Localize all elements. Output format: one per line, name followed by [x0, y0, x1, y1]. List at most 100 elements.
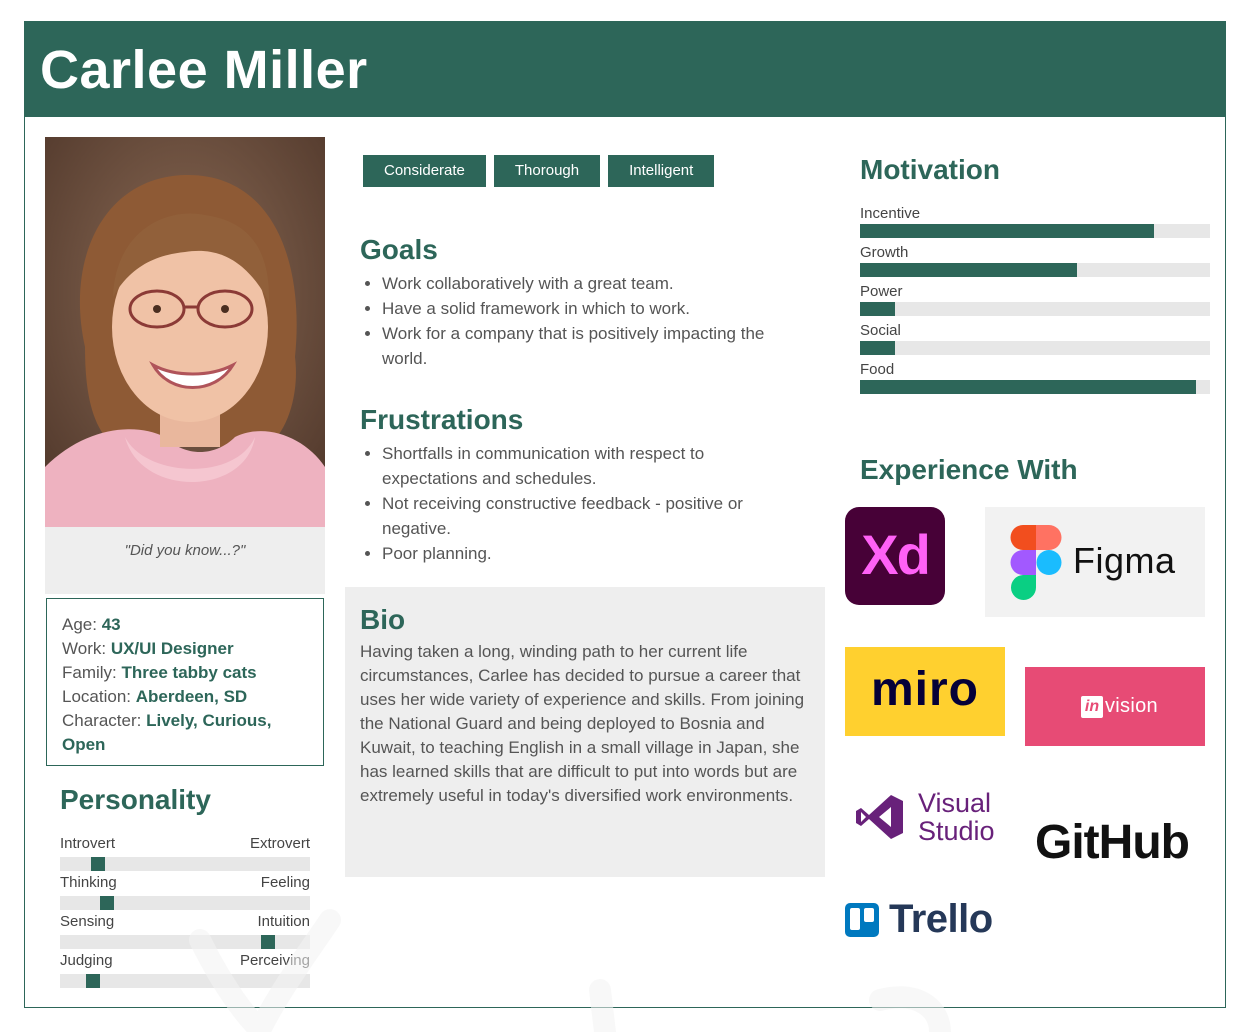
location-value: Aberdeen, SD [135, 687, 248, 706]
github-logo: GitHub [1035, 816, 1190, 869]
motivation-track [860, 341, 1210, 355]
visual-studio-wordmark: Visual Studio [918, 789, 995, 845]
trait-right-label: Perceiving [239, 952, 310, 969]
motivation-label: Social [860, 322, 901, 339]
motivation-item: Incentive [860, 205, 1210, 238]
trait-right-label: Extrovert [249, 835, 310, 852]
motivation-fill [860, 380, 1196, 394]
trello-icon [845, 903, 879, 937]
visual-studio-icon [856, 795, 903, 839]
motivation-fill [860, 263, 1077, 277]
family-value: Three tabby cats [121, 663, 257, 682]
motivation-fill [860, 302, 895, 316]
work-label: Work: [62, 639, 107, 658]
tag-considerate: Considerate [363, 155, 486, 187]
portrait-illustration [45, 137, 325, 527]
work-value: UX/UI Designer [110, 639, 234, 658]
motivation-fill [860, 224, 1154, 238]
character-value: Lively, Curious, [146, 711, 272, 730]
family-label: Family: [62, 663, 117, 682]
motivation-track [860, 380, 1210, 394]
persona-quote: "Did you know...?" [124, 542, 246, 559]
motivation-label: Growth [860, 244, 909, 261]
motivation-title: Motivation [860, 154, 1000, 185]
trait-marker [91, 857, 105, 871]
trait-marker [100, 896, 114, 910]
personality-trait: Introvert Extrovert [60, 835, 310, 871]
age-label: Age: [62, 615, 97, 634]
personality-trait: Sensing Intuition [60, 913, 310, 949]
personality-trait: Thinking Feeling [60, 874, 310, 910]
personality-trait: Judging Perceiving [60, 952, 310, 988]
tag-intelligent: Intelligent [608, 155, 715, 187]
list-item: Poor planning. [382, 541, 802, 566]
character-line-2: Open [62, 733, 308, 757]
motivation-track [860, 263, 1210, 277]
trello-logo: Trello [845, 895, 1015, 945]
figma-logo: Figma [985, 507, 1205, 617]
trait-track [60, 974, 310, 988]
motivation-item: Food [860, 361, 1210, 394]
invision-logo: in vision [1025, 667, 1205, 746]
frustrations-list: Shortfalls in communication with respect… [382, 441, 802, 566]
experience-title: Experience With [860, 454, 1078, 485]
persona-photo [45, 137, 325, 527]
trait-tags: Considerate Thorough Intelligent [363, 155, 715, 187]
motivation-track [860, 302, 1210, 316]
bio-panel: Bio Having taken a long, winding path to… [345, 587, 825, 877]
page-header: Carlee Miller [24, 21, 1226, 117]
trait-left-label: Introvert [60, 835, 116, 852]
trait-left-label: Judging [60, 952, 113, 969]
vs-line-2: Studio [918, 816, 995, 846]
tag-thorough: Thorough [493, 155, 601, 187]
figma-icon [1010, 525, 1062, 600]
invision-in-badge: in [1081, 696, 1103, 718]
character-value-2: Open [62, 735, 106, 754]
motivation-label: Power [860, 283, 903, 300]
trait-track [60, 896, 310, 910]
work-line: Work: UX/UI Designer [62, 637, 308, 661]
personality-title: Personality [60, 784, 211, 815]
goals-title: Goals [360, 234, 438, 265]
motivation-label: Incentive [860, 205, 921, 222]
invision-wordmark: vision [1105, 695, 1158, 717]
list-item: Work collaboratively with a great team. [382, 271, 802, 296]
trait-left-label: Sensing [60, 913, 115, 930]
list-item: Shortfalls in communication with respect… [382, 441, 802, 491]
list-item: Work for a company that is positively im… [382, 321, 802, 371]
list-item: Have a solid framework in which to work. [382, 296, 802, 321]
adobe-xd-logo: Xd [845, 507, 945, 605]
motivation-item: Power [860, 283, 1210, 316]
character-label: Character: [62, 711, 142, 730]
trait-right-label: Intuition [257, 913, 310, 930]
vs-line-1: Visual [918, 788, 992, 818]
demographics-box: Age: 43 Work: UX/UI Designer Family: Thr… [46, 598, 324, 766]
family-line: Family: Three tabby cats [62, 661, 308, 685]
trait-track [60, 935, 310, 949]
age-line: Age: 43 [62, 613, 308, 637]
age-value: 43 [101, 615, 121, 634]
motivation-fill [860, 341, 895, 355]
frustrations-title: Frustrations [360, 404, 524, 435]
photo-card: "Did you know...?" [45, 137, 325, 594]
miro-logo: miro [845, 647, 1005, 736]
figma-wordmark: Figma [1073, 540, 1176, 581]
goals-list: Work collaboratively with a great team. … [382, 271, 802, 371]
bio-title: Bio [360, 604, 406, 635]
trait-left-label: Thinking [60, 874, 117, 891]
character-line: Character: Lively, Curious, [62, 709, 308, 733]
motivation-track [860, 224, 1210, 238]
trait-marker [261, 935, 275, 949]
motivation-item: Growth [860, 244, 1210, 277]
list-item: Not receiving constructive feedback - po… [382, 491, 802, 541]
trait-marker [86, 974, 100, 988]
persona-name: Carlee Miller [40, 40, 368, 100]
visual-studio-logo: Visual Studio [855, 787, 1015, 857]
trait-right-label: Feeling [260, 874, 310, 891]
trait-track [60, 857, 310, 871]
bio-text: Having taken a long, winding path to her… [360, 642, 805, 805]
location-label: Location: [62, 687, 131, 706]
motivation-item: Social [860, 322, 1210, 355]
trello-wordmark: Trello [889, 897, 993, 941]
location-line: Location: Aberdeen, SD [62, 685, 308, 709]
